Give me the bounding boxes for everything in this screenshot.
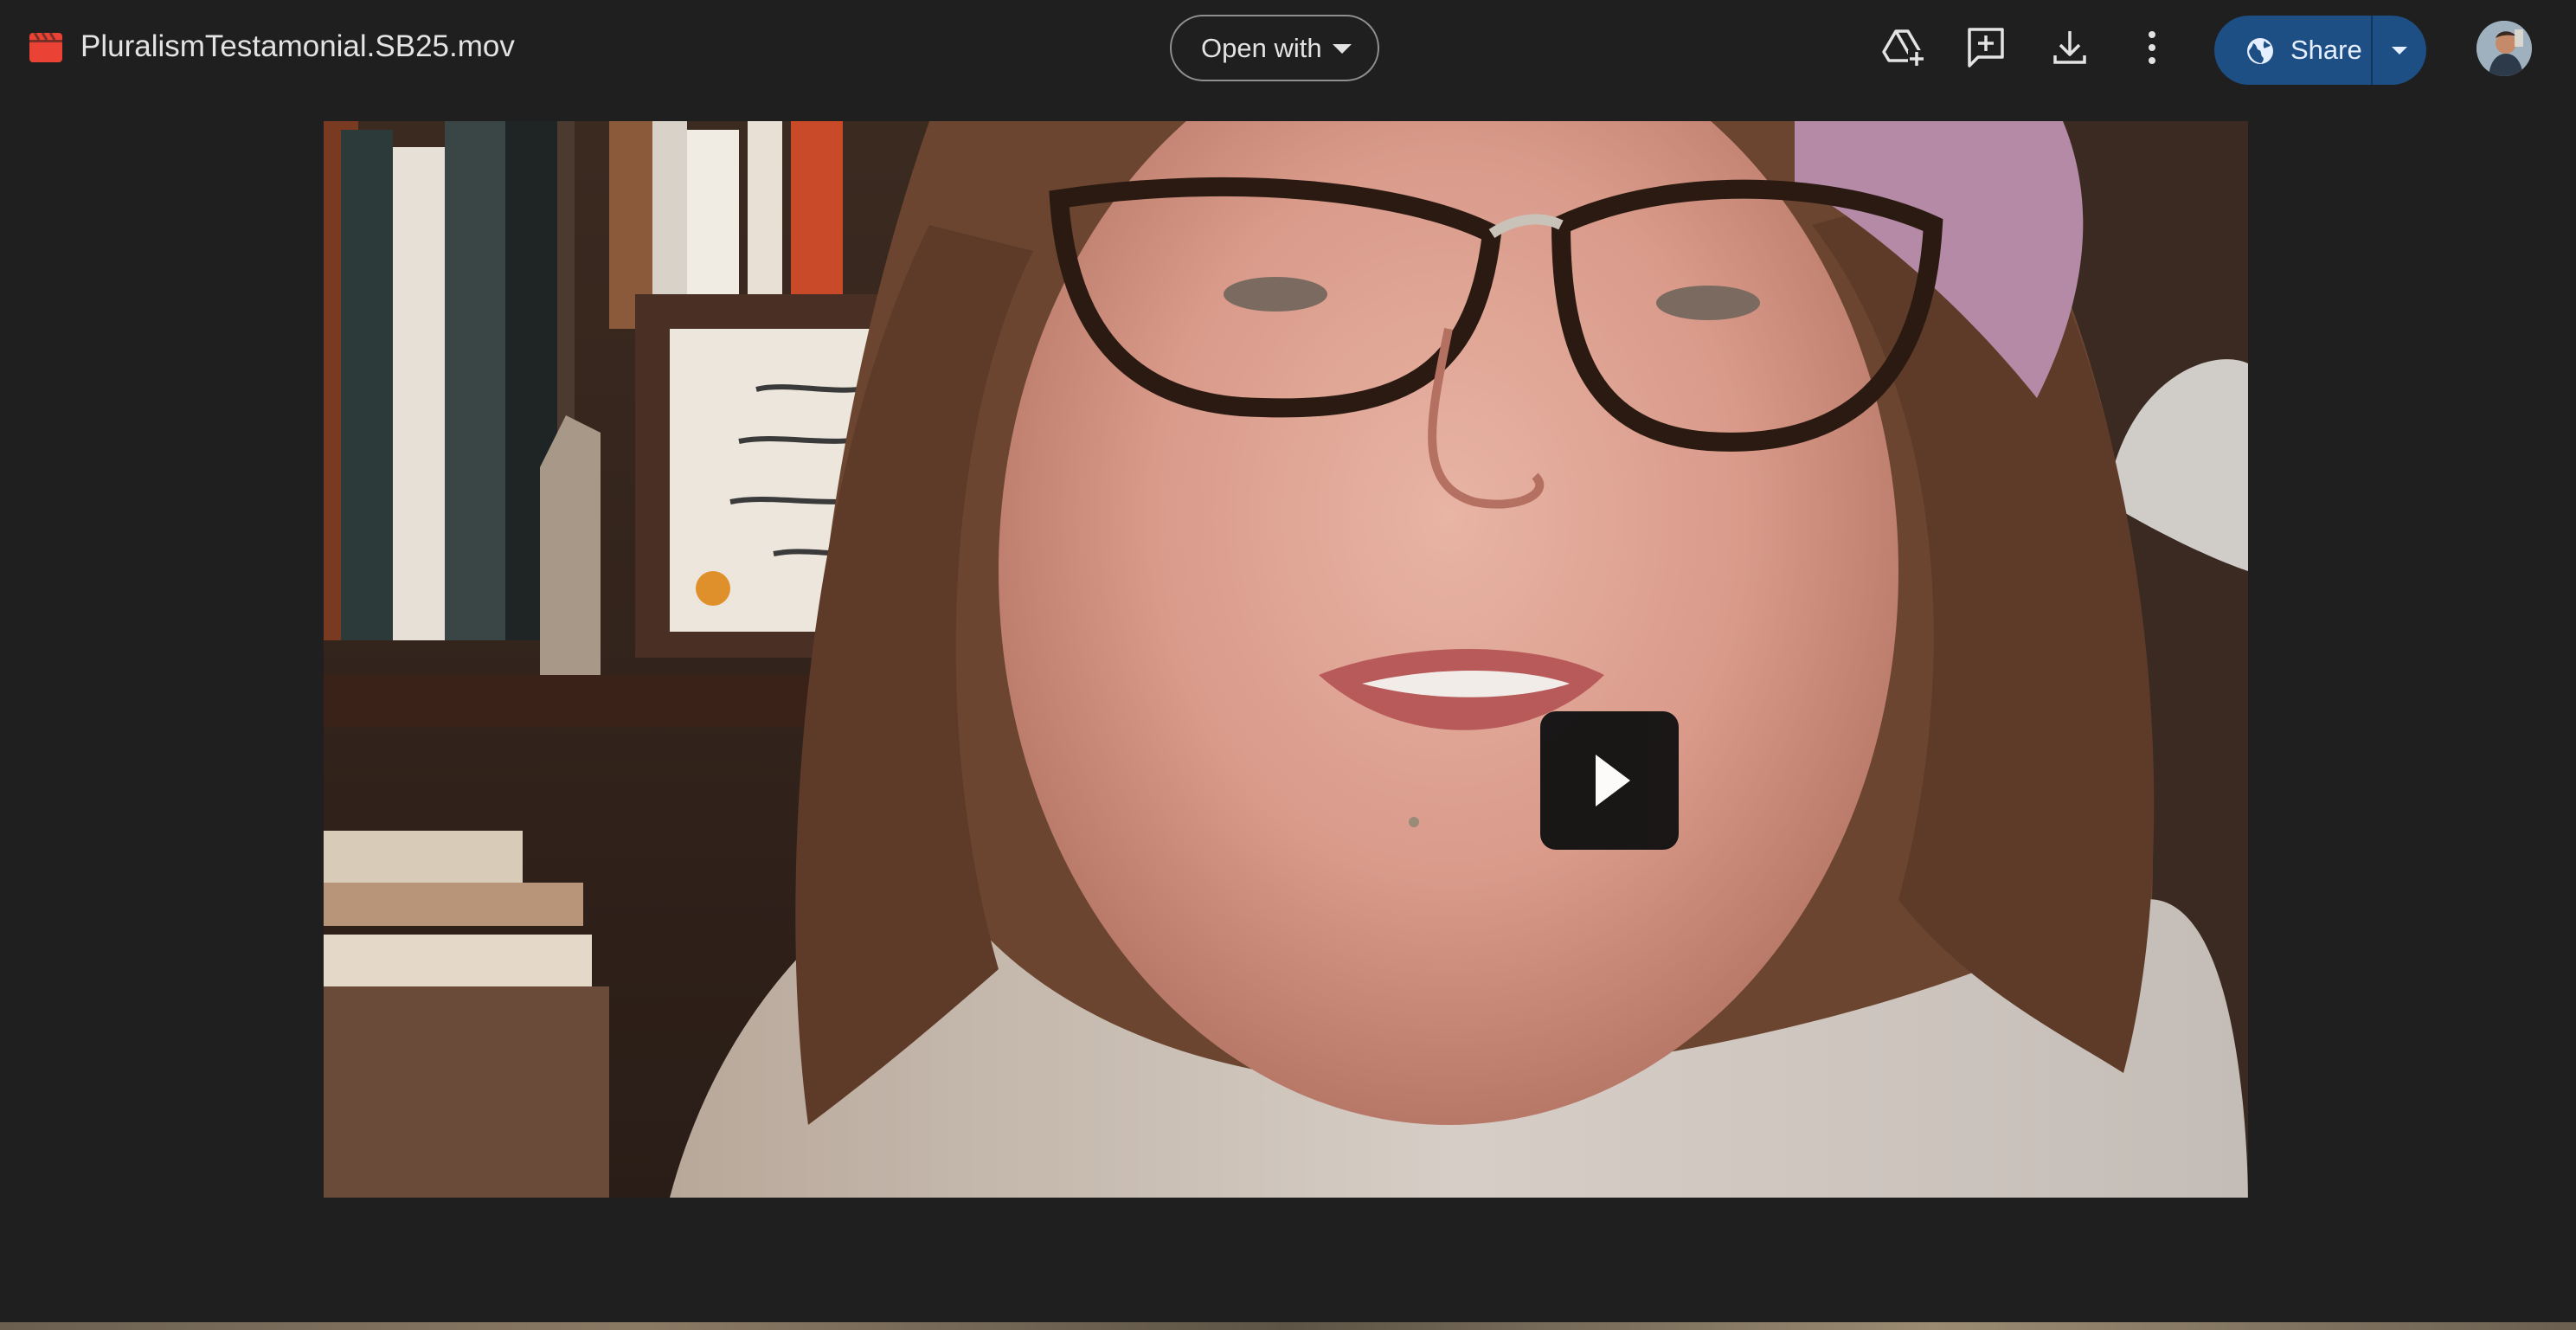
open-with-label: Open with	[1201, 32, 1322, 63]
chevron-down-icon	[2392, 47, 2407, 55]
share-options-button[interactable]	[2373, 16, 2426, 85]
drive-add-icon[interactable]	[1880, 24, 1927, 71]
avatar-image	[2476, 21, 2532, 76]
video-file-icon	[29, 33, 62, 62]
video-player[interactable]	[324, 121, 2248, 1198]
globe-icon	[2247, 38, 2273, 64]
share-button[interactable]: Share	[2214, 16, 2370, 85]
share-label: Share	[2290, 35, 2362, 65]
background-strip	[0, 1322, 2576, 1330]
chevron-down-icon	[1333, 44, 1352, 54]
open-with-button[interactable]: Open with	[1170, 15, 1379, 81]
play-button[interactable]	[1540, 711, 1679, 850]
add-comment-icon[interactable]	[1963, 24, 2009, 71]
account-avatar[interactable]	[2476, 21, 2532, 76]
download-icon[interactable]	[2046, 24, 2093, 71]
file-title: PluralismTestamonial.SB25.mov	[80, 29, 515, 63]
more-vert-icon[interactable]	[2129, 24, 2175, 71]
play-icon	[1596, 755, 1630, 806]
share-split-button: Share	[2214, 16, 2426, 85]
video-frame	[324, 121, 2248, 1198]
viewer-toolbar: PluralismTestamonial.SB25.mov Open with …	[0, 0, 2576, 95]
